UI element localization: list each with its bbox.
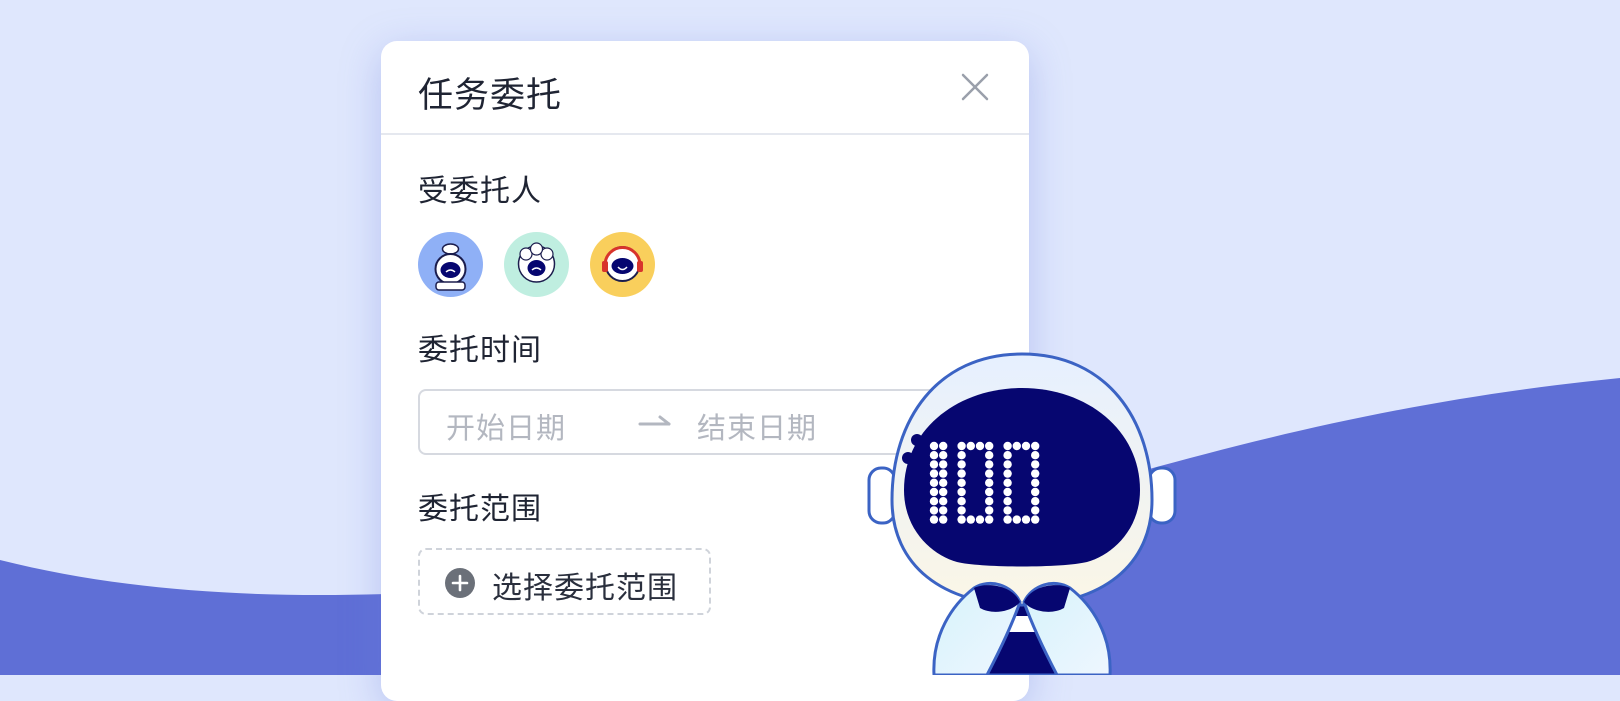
delegate-avatars bbox=[418, 232, 676, 297]
dialog-header: 任务委托 bbox=[381, 41, 1029, 135]
select-scope-button[interactable]: 选择委托范围 bbox=[418, 548, 711, 615]
select-scope-label: 选择委托范围 bbox=[492, 571, 678, 606]
avatar[interactable] bbox=[418, 232, 483, 297]
plus-circle-icon bbox=[445, 568, 475, 598]
wool-avatar-icon bbox=[517, 242, 556, 283]
close-icon[interactable] bbox=[957, 69, 993, 105]
dialog-title: 任务委托 bbox=[418, 76, 563, 116]
start-date-input[interactable]: 开始日期 bbox=[446, 405, 566, 447]
end-date-input[interactable]: 结束日期 bbox=[697, 405, 817, 447]
delegate-label: 受委托人 bbox=[418, 174, 542, 209]
avatar[interactable] bbox=[590, 232, 655, 297]
headphones-avatar-icon bbox=[602, 246, 643, 282]
chef-avatar-icon bbox=[434, 243, 467, 291]
avatar[interactable] bbox=[504, 232, 569, 297]
delegation-scope-label: 委托范围 bbox=[418, 492, 542, 527]
arrow-right-icon bbox=[638, 415, 671, 426]
delegation-time-label: 委托时间 bbox=[418, 333, 542, 368]
robot-mascot-illustration bbox=[867, 352, 1177, 675]
